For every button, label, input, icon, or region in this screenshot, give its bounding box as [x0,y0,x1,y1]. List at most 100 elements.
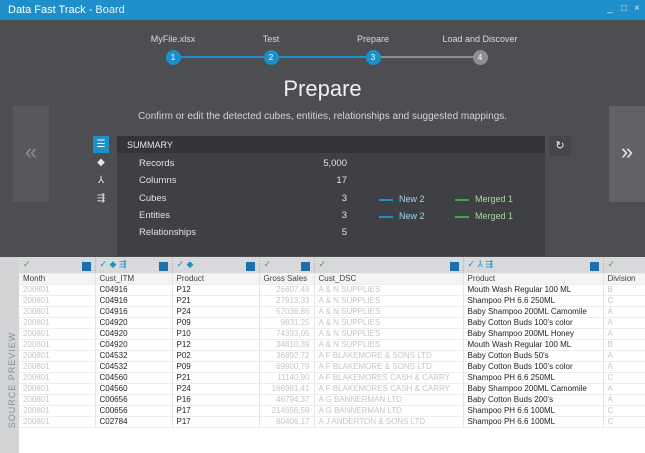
prepare-panel: « » MyFile.xlsx 1 Test 2 Prepare 3 Load … [0,20,645,257]
table-row: 200801 C04532 P09 69900,79 A F BLAKEMORE & S… [19,361,645,373]
table-cell: Baby Cotton Buds 100's color [463,361,604,373]
step-load-and-discover[interactable]: Load and Discover 4 [430,34,530,65]
close-button[interactable]: × [634,3,640,14]
column-menu-icon[interactable] [245,261,255,271]
col-header[interactable]: Gross Sales [259,273,315,285]
column-menu-icon[interactable] [300,261,310,271]
entities-merged-count: Merged 1 [475,211,514,221]
table-cell: 74393,05 [259,328,315,340]
table-cell: P16 [172,394,260,406]
refresh-button[interactable]: ↻ [549,136,571,156]
summary-header: SUMMARY [117,136,545,153]
column-menu-icon[interactable] [589,261,599,271]
cubes-new-count: New 2 [399,194,425,204]
table-cell: A [603,361,645,373]
table-cell: P21 [172,295,260,307]
step-number: 4 [472,50,488,65]
table-cell: A F BLAKEMORES CASH & CARRY [314,372,464,384]
hierarchy-icon[interactable]: ⅄ [93,172,109,189]
wizard-stepper: MyFile.xlsx 1 Test 2 Prepare 3 Load and … [150,34,518,74]
table-cell: P09 [172,361,260,373]
table-cell: 200801 [19,405,96,417]
table-cell: C04532 [95,350,173,362]
table-cell: A J ANDERTON & SONS LTD [314,416,464,428]
table-row: 200801 C04532 P02 36892,72 A F BLAKEMORE & S… [19,350,645,362]
table-row: 200801 C02784 P17 80406,17 A J ANDERTON & SO… [19,416,645,428]
relationship-icon[interactable]: ⇶ [93,190,109,207]
summary-label: Cubes [139,193,167,204]
col-header[interactable]: Division [603,273,645,285]
table-cell: C04916 [95,295,173,307]
table-row: 200801 C04560 P24 166981,41 A F BLAKEMORES C… [19,383,645,395]
table-cell: Baby Cotton Buds 100's color [463,317,604,329]
table-row: 200801 C04920 P10 74393,05 A & N SUPPLIES Bab… [19,328,645,340]
summary-label: Columns [139,175,177,186]
table-cell: P10 [172,328,260,340]
preview-rows: 200801 C04916 P12 26607,49 A & N SUPPLIES Mou… [19,284,645,428]
cubes-merged-count: Merged 1 [475,194,514,204]
col-custitm-mapping[interactable]: ✓ ◆ ⇶ [95,257,173,274]
table-cell: 80406,17 [259,416,315,428]
table-cell: Baby Cotton Buds 50's [463,350,604,362]
table-cell: P12 [172,284,260,296]
table-cell: Shampoo PH 6.6 250ML [463,372,604,384]
minimize-button[interactable]: _ [607,3,613,14]
table-cell: 200801 [19,284,96,296]
table-cell: C04916 [95,284,173,296]
table-cell: A G BANNERMAN LTD [314,394,464,406]
table-cell: A [603,317,645,329]
table-cell: P02 [172,350,260,362]
col-product-desc-mapping[interactable]: ✓ ⅄ ⇶ [463,257,604,274]
app-title: Data Fast Track [8,4,86,16]
table-cell: 200801 [19,328,96,340]
step-test[interactable]: Test 2 [221,34,321,65]
step-label: Prepare [356,34,390,44]
table-cell: A [603,383,645,395]
table-cell: 200801 [19,383,96,395]
table-cell: A [603,328,645,340]
col-month-mapping[interactable]: ✓ [19,257,96,274]
col-header[interactable]: Cust_ITM [95,273,173,285]
table-cell: C00656 [95,394,173,406]
maximize-button[interactable]: □ [621,3,627,14]
page-title: Prepare [283,76,362,101]
table-cell: B [603,284,645,296]
table-cell: P17 [172,416,260,428]
step-prepare[interactable]: Prepare 3 [323,34,423,65]
table-cell: C [603,405,645,417]
list-icon[interactable]: ☰ [93,136,109,153]
col-header[interactable]: Month [19,273,96,285]
col-gross-sales-mapping[interactable]: ✓ [259,257,315,274]
table-cell: 214656,59 [259,405,315,417]
column-menu-icon[interactable] [158,261,168,271]
table-cell: A [603,306,645,318]
table-cell: C00656 [95,405,173,417]
table-cell: A [603,394,645,406]
col-header[interactable]: Cust_DSC [314,273,464,285]
summary-label: Relationships [139,227,197,238]
step-myfile[interactable]: MyFile.xlsx 1 [123,34,223,65]
source-preview-rail[interactable]: SOURCE PREVIEW [0,257,19,453]
table-cell: 27913,33 [259,295,315,307]
col-division-mapping[interactable]: ✓ [603,257,645,274]
table-row: 200801 C04916 P21 27913,33 A & N SUPPLIES Sha… [19,295,645,307]
preview-table: ✓ ✓ ◆ ⇶ ✓ ◆ ✓ ✓ ✓ ⅄ ⇶ ✓ Month Cust_ITM P… [19,257,645,428]
table-cell: A [603,350,645,362]
col-product-mapping[interactable]: ✓ ◆ [172,257,260,274]
col-header[interactable]: Product [172,273,260,285]
col-custdsc-mapping[interactable]: ✓ [314,257,464,274]
table-cell: P17 [172,405,260,417]
summary-panel: SUMMARY Records 5,000 Columns 17 Cubes 3… [117,136,545,256]
cube-icon[interactable]: ◆ [93,154,109,171]
table-cell: 200801 [19,372,96,384]
table-cell: P24 [172,383,260,395]
table-cell: 46794,37 [259,394,315,406]
column-menu-icon[interactable] [81,261,91,271]
table-cell: C04532 [95,361,173,373]
table-cell: 200801 [19,394,96,406]
table-row: 200801 C04560 P21 11140,90 A F BLAKEMORES CA… [19,372,645,384]
table-cell: A G BANNERMAN LTD [314,405,464,417]
col-header[interactable]: Product [463,273,604,285]
table-cell: P09 [172,317,260,329]
column-menu-icon[interactable] [449,261,459,271]
